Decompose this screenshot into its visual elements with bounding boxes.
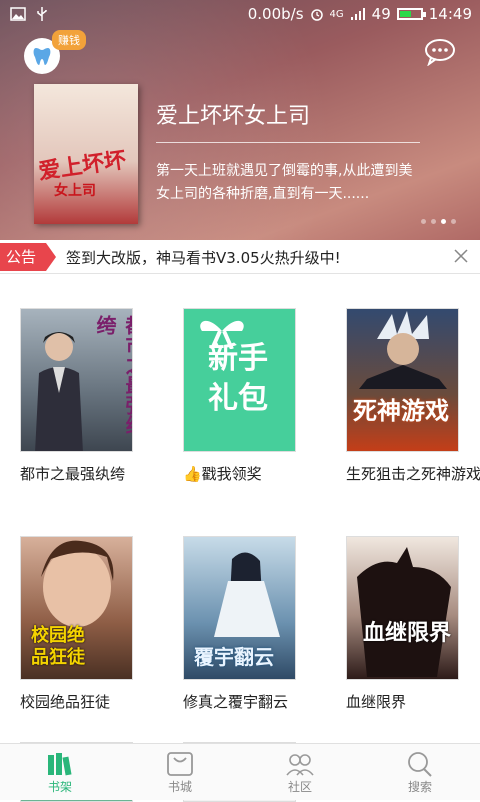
clock: 14:49 — [428, 5, 472, 23]
divider — [156, 142, 420, 143]
featured-cover-subtitle: 女上司 — [54, 183, 96, 199]
book-cover-title: 血继限界 — [363, 620, 452, 646]
cover-figure — [357, 547, 451, 677]
book-item[interactable]: 校园绝品狂徒 校园绝品狂徒 — [20, 536, 160, 714]
carousel-dot — [421, 219, 426, 224]
battery-icon — [396, 8, 426, 20]
tab-search[interactable]: 搜索 — [390, 750, 450, 795]
status-bar: 0.00b/s 4G 49 14:49 — [0, 0, 480, 30]
bookshelf-icon — [48, 753, 72, 776]
book-title[interactable]: 修真之覆宇翻云 — [183, 690, 323, 714]
book-cover[interactable]: 新手礼包 — [183, 308, 296, 452]
featured-book-title[interactable]: 爱上坏坏女上司 — [156, 98, 310, 130]
book-cover[interactable]: 校园绝品狂徒 — [20, 536, 133, 680]
book-item[interactable]: 血继限界 血继限界 — [346, 536, 480, 714]
announcement-tag: 公告 — [0, 243, 57, 271]
search-icon — [408, 752, 432, 777]
book-item[interactable]: 新手礼包 👍戳我领奖 — [183, 308, 323, 486]
usb-icon — [37, 7, 47, 21]
book-cover[interactable]: 血继限界 — [346, 536, 459, 680]
carousel-dot-active — [441, 219, 446, 224]
alarm-icon — [310, 9, 323, 21]
book-title[interactable]: 生死狙击之死神游戏 — [346, 462, 480, 486]
book-cover-title: 死神游戏 — [353, 396, 449, 425]
carousel-indicator — [421, 219, 456, 224]
tab-label: 搜索 — [407, 780, 432, 794]
tab-label: 书架 — [47, 780, 72, 794]
announcement-text[interactable]: 签到大改版，神马看书V3.05火热升级中! — [66, 247, 341, 268]
book-cover[interactable]: 死神游戏 — [346, 308, 459, 452]
book-cover-title: 都市之最强纨绔 — [93, 315, 132, 435]
battery-percent: 49 — [371, 5, 391, 23]
book-cover-title: 新手礼包 — [208, 341, 268, 416]
earn-badge[interactable]: 赚钱 — [52, 30, 86, 50]
bottom-navigation: 书架 书城 社区 搜索 — [0, 743, 480, 800]
featured-book-description: 第一天上班就遇见了倒霉的事,从此遭到美女上司的各种折磨,直到有一天...... — [156, 163, 413, 202]
book-item[interactable]: 覆宇翻云 修真之覆宇翻云 — [183, 536, 323, 714]
signal-icon — [350, 8, 365, 20]
tab-community[interactable]: 社区 — [270, 750, 330, 795]
book-title[interactable]: 血继限界 — [346, 690, 480, 714]
close-icon[interactable] — [452, 247, 470, 265]
tab-bookshelf[interactable]: 书架 — [30, 750, 90, 795]
book-item[interactable]: 都市之最强纨绔 都市之最强纨绔 — [20, 308, 160, 486]
tab-label: 书城 — [167, 780, 192, 794]
book-cover-title: 覆宇翻云 — [194, 645, 274, 669]
featured-book-cover[interactable]: 爱上坏坏 女上司 — [34, 84, 138, 224]
cover-figure — [35, 332, 83, 451]
network-type: 4G — [329, 8, 344, 20]
book-cover-title: 校园绝品狂徒 — [31, 625, 85, 668]
cover-figure — [41, 540, 114, 627]
announcement-bar[interactable]: 公告 签到大改版，神马看书V3.05火热升级中! — [0, 241, 480, 274]
tab-bookstore[interactable]: 书城 — [150, 750, 210, 795]
cover-figure — [214, 552, 280, 637]
book-cover[interactable]: 都市之最强纨绔 — [20, 308, 133, 452]
image-notification-icon — [10, 7, 26, 21]
cover-figure — [359, 311, 447, 389]
community-icon — [286, 754, 314, 776]
featured-banner[interactable]: 赚钱 爱上坏坏 女上司 爱上坏坏女上司 第一天上班就遇见了倒霉的事,从此遭到美女… — [0, 0, 480, 240]
tooth-logo-icon — [33, 48, 51, 65]
carousel-dot — [451, 219, 456, 224]
book-item[interactable]: 死神游戏 生死狙击之死神游戏 — [346, 308, 480, 486]
bookstore-bag-icon — [167, 752, 193, 776]
book-title[interactable]: 都市之最强纨绔 — [20, 462, 160, 486]
tab-label: 社区 — [287, 780, 312, 794]
network-speed: 0.00b/s — [247, 5, 304, 23]
book-cover[interactable]: 覆宇翻云 — [183, 536, 296, 680]
message-icon[interactable] — [424, 38, 456, 66]
book-title[interactable]: 👍戳我领奖 — [183, 462, 323, 486]
book-title[interactable]: 校园绝品狂徒 — [20, 690, 160, 714]
carousel-dot — [431, 219, 436, 224]
